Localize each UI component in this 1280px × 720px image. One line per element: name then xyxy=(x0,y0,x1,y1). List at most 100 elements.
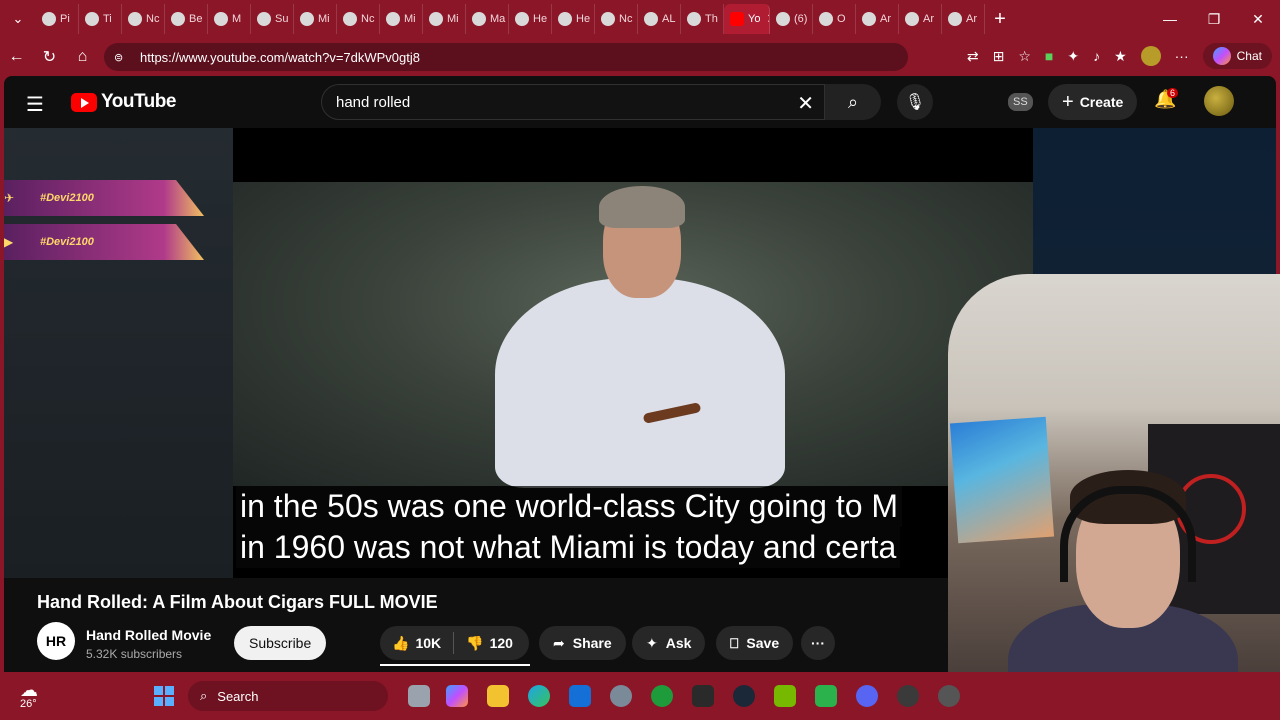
browser-tab[interactable]: Nc xyxy=(122,4,165,34)
tab-actions-chevron-icon[interactable]: ⌄ xyxy=(0,0,36,38)
extensions-puzzle-icon[interactable]: ✦ xyxy=(1067,48,1079,65)
tab-label: Be xyxy=(189,13,203,25)
search-input[interactable]: hand rolled ✕ xyxy=(321,84,825,120)
video-title: Hand Rolled: A Film About Cigars FULL MO… xyxy=(37,592,438,612)
new-tab-plus-icon[interactable]: + xyxy=(985,8,1015,31)
browser-tab[interactable]: Ma xyxy=(466,4,509,34)
browser-tab[interactable]: Mi xyxy=(423,4,466,34)
tab-label: Ma xyxy=(490,13,506,25)
performance-monitor-icon[interactable] xyxy=(938,685,960,707)
like-count: 10K xyxy=(415,635,442,651)
tab-label: Ar xyxy=(966,13,977,25)
site-info-icon[interactable]: ⊜ xyxy=(114,51,130,64)
dislike-button[interactable]: 👎 120 xyxy=(454,626,525,660)
favorite-star-icon[interactable]: ☆ xyxy=(1018,48,1031,65)
browser-address-bar: ← ↻ ⌂ ⊜ https://www.youtube.com/watch?v=… xyxy=(0,38,1280,76)
epic-games-icon[interactable] xyxy=(692,685,714,707)
tab-favicon-icon xyxy=(905,12,919,26)
windows-start-icon[interactable] xyxy=(154,686,174,706)
twitter-bird-icon: ✈ xyxy=(4,191,15,205)
browser-tab[interactable]: Ar xyxy=(899,4,942,34)
browser-tab[interactable]: Pi xyxy=(36,4,79,34)
refresh-icon[interactable]: ↻ xyxy=(33,47,66,67)
browser-tab[interactable]: Th xyxy=(681,4,724,34)
back-arrow-icon[interactable]: ← xyxy=(0,48,33,66)
browser-tab[interactable]: Su xyxy=(251,4,294,34)
copilot-chat-button[interactable]: Chat xyxy=(1202,43,1272,69)
browser-tab-active[interactable]: Yo✕ xyxy=(724,4,770,34)
channel-name[interactable]: Hand Rolled Movie xyxy=(86,627,211,643)
youtube-logo[interactable]: YouTube xyxy=(71,91,176,113)
browser-tab[interactable]: Ti xyxy=(79,4,122,34)
xbox-icon[interactable] xyxy=(651,685,673,707)
file-explorer-icon[interactable] xyxy=(487,685,509,707)
browser-tab[interactable]: Nc xyxy=(595,4,638,34)
browser-tab[interactable]: Mi xyxy=(294,4,337,34)
browser-tab[interactable]: He xyxy=(552,4,595,34)
browser-tab[interactable]: Ar xyxy=(942,4,985,34)
favorites-icon[interactable]: ★ xyxy=(1114,48,1127,65)
tab-label: Mi xyxy=(404,13,416,25)
video-person-hair xyxy=(599,186,685,228)
browser-tab[interactable]: AL xyxy=(638,4,681,34)
windows-taskbar: ☁ 26° ⌕ Search xyxy=(0,672,1280,720)
browser-tab[interactable]: Ar xyxy=(856,4,899,34)
copilot-icon xyxy=(1212,47,1231,65)
translate-icon[interactable]: ⇄ xyxy=(967,48,979,65)
webcam-overlay xyxy=(948,274,1280,720)
clear-search-icon[interactable]: ✕ xyxy=(797,91,814,116)
profile-avatar-icon[interactable] xyxy=(1140,46,1161,66)
save-button[interactable]: ⎕ Save xyxy=(716,626,794,660)
tab-label: He xyxy=(533,13,548,25)
search-button[interactable]: ⌕ xyxy=(825,84,881,120)
tab-label: Su xyxy=(275,13,289,25)
plus-icon: + xyxy=(1062,90,1074,113)
subscribe-button[interactable]: Subscribe xyxy=(234,626,327,660)
ask-button[interactable]: ✦ Ask xyxy=(632,626,706,660)
like-button[interactable]: 👍 10K xyxy=(380,626,453,660)
obs-studio-icon[interactable] xyxy=(897,685,919,707)
copilot-app-icon[interactable] xyxy=(446,685,468,707)
steam-icon[interactable] xyxy=(733,685,755,707)
share-button[interactable]: ➦ Share xyxy=(539,626,626,660)
browser-tab[interactable]: M xyxy=(208,4,251,34)
subscriber-count: 5.32K subscribers xyxy=(86,647,183,661)
browser-tab[interactable]: (6) xyxy=(770,4,813,34)
extension-green-icon[interactable]: ■ xyxy=(1045,48,1053,64)
outlook-icon[interactable] xyxy=(569,685,591,707)
tab-label: Pi xyxy=(60,13,70,25)
more-menu-icon[interactable]: ··· xyxy=(1175,48,1189,64)
voice-search-mic-icon[interactable]: 🎙 xyxy=(897,84,933,120)
search-query: hand rolled xyxy=(336,93,411,111)
edge-browser-icon[interactable] xyxy=(528,685,550,707)
nvidia-icon[interactable] xyxy=(774,685,796,707)
tab-favicon-icon xyxy=(558,12,572,26)
video-player[interactable]: in the 50s was one world-class City goin… xyxy=(233,128,1033,578)
browser-tab[interactable]: Be xyxy=(165,4,208,34)
browser-tab[interactable]: O xyxy=(813,4,856,34)
close-window-icon[interactable]: ✕ xyxy=(1236,0,1280,38)
performance-icon[interactable]: ♪ xyxy=(1093,48,1100,64)
chat-label: Chat xyxy=(1236,49,1262,63)
account-avatar[interactable] xyxy=(1204,86,1234,116)
browser-tab[interactable]: Nc xyxy=(337,4,380,34)
minimize-icon[interactable]: — xyxy=(1148,0,1192,38)
url-field[interactable]: ⊜ https://www.youtube.com/watch?v=7dkWPv… xyxy=(104,43,908,71)
home-icon[interactable]: ⌂ xyxy=(66,48,99,66)
channel-avatar[interactable]: HR xyxy=(37,622,75,660)
split-screen-icon[interactable]: ⊞ xyxy=(993,48,1005,65)
game-launcher-icon[interactable] xyxy=(815,685,837,707)
guide-menu-icon[interactable]: ☰ xyxy=(26,92,44,117)
browser-tab[interactable]: He xyxy=(509,4,552,34)
tab-favicon-icon xyxy=(862,12,876,26)
restore-icon[interactable]: ❐ xyxy=(1192,0,1236,38)
taskbar-search[interactable]: ⌕ Search xyxy=(188,681,388,711)
account-badge[interactable]: SS xyxy=(1008,93,1033,111)
more-actions-button[interactable]: ··· xyxy=(801,626,835,660)
discord-icon[interactable] xyxy=(856,685,878,707)
browser-tab[interactable]: Mi xyxy=(380,4,423,34)
create-button[interactable]: + Create xyxy=(1048,84,1138,120)
weather-widget[interactable]: ☁ 26° xyxy=(20,681,38,710)
task-view-icon[interactable] xyxy=(408,685,430,707)
settings-gear-icon[interactable] xyxy=(610,685,632,707)
